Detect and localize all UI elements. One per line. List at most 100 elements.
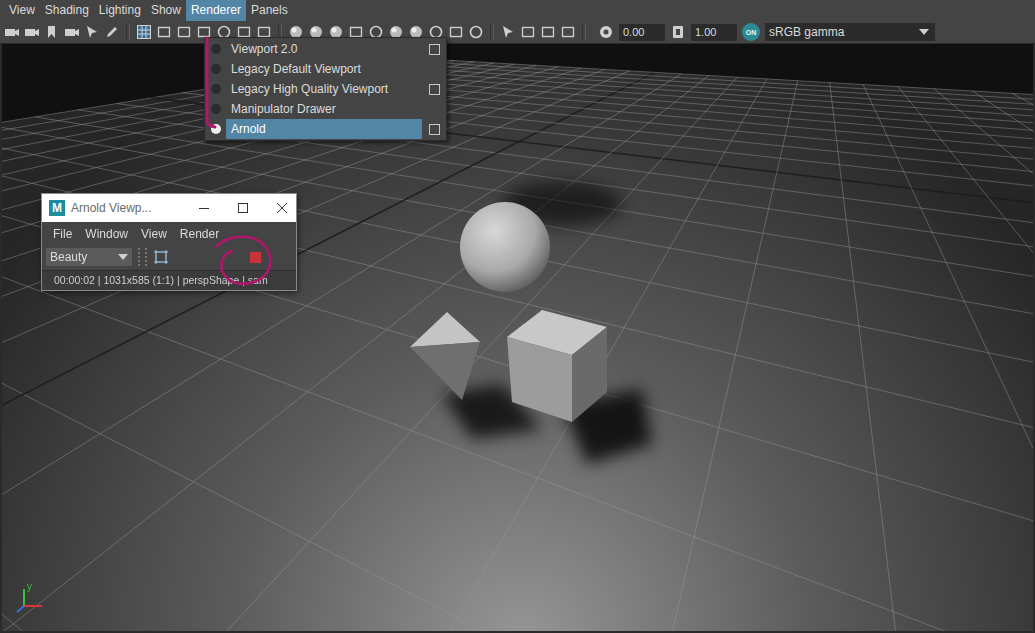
radio-dot[interactable]: [211, 44, 221, 54]
toolbar-grip: [138, 248, 147, 266]
xray-icon[interactable]: [520, 24, 536, 40]
toolbar-separator: [126, 24, 130, 40]
grid-line: [2, 77, 737, 633]
renderer-menu-item[interactable]: Manipulator Drawer: [205, 99, 446, 119]
radio-dot[interactable]: [211, 64, 221, 74]
dropdown-arrow-icon: [118, 254, 128, 260]
menu-item[interactable]: Shading: [40, 0, 94, 21]
axis-gizmo: y: [17, 581, 42, 612]
menu-item[interactable]: View: [141, 227, 167, 242]
ground-plane: [2, 57, 1035, 633]
renderer-menu-item[interactable]: Arnold: [205, 119, 446, 139]
two-d-pan-icon[interactable]: [84, 24, 100, 40]
grid-line: [2, 65, 536, 443]
xray-joints-icon[interactable]: [540, 24, 556, 40]
grid-line: [400, 57, 1035, 95]
sphere[interactable]: [460, 202, 550, 292]
arnold-toolbar: Beauty: [42, 244, 296, 270]
close-icon[interactable]: [276, 202, 288, 214]
grid-line: [2, 74, 681, 633]
grid-line: [386, 60, 1035, 102]
menu-item[interactable]: Panels: [246, 0, 293, 21]
bookmark-icon[interactable]: [44, 24, 60, 40]
gamma-field[interactable]: 1.00: [691, 24, 737, 41]
grid-line: [2, 76, 709, 633]
title-bar[interactable]: MArnold Viewp...: [42, 194, 296, 222]
grid-line: [2, 169, 1035, 633]
grid-line: [863, 85, 1035, 633]
dropdown-arrow-icon: [919, 29, 929, 35]
renderer-menu-item[interactable]: Legacy Default Viewport: [205, 59, 446, 79]
grid-line: [2, 155, 1035, 633]
option-box[interactable]: [429, 84, 440, 95]
cone[interactable]: [410, 312, 480, 400]
annotation-mark: [203, 36, 223, 136]
menu-item[interactable]: Show: [146, 0, 186, 21]
xray-components-icon[interactable]: [560, 24, 576, 40]
minimize-icon[interactable]: [198, 202, 210, 214]
menu-item[interactable]: Lighting: [94, 0, 146, 21]
grid-line: [372, 62, 1035, 107]
color-management-toggle[interactable]: ON: [742, 23, 760, 41]
grid-line: [972, 91, 1035, 633]
resolution-gate-icon[interactable]: [176, 24, 192, 40]
toolbar-separator: [582, 24, 586, 40]
maximize-icon[interactable]: [237, 202, 249, 214]
grid-line: [2, 68, 581, 556]
grid-line: [2, 144, 1035, 633]
option-box[interactable]: [429, 124, 440, 135]
panel-menu-bar: ViewShadingLightingShowRendererPanels: [0, 0, 1035, 21]
y-axis-line: [23, 589, 25, 606]
gamma-icon[interactable]: [670, 24, 686, 40]
aov-dropdown[interactable]: Beauty: [46, 248, 132, 266]
scene-render: y: [2, 44, 1035, 633]
grid-line: [934, 89, 1035, 633]
cube[interactable]: [507, 310, 607, 422]
grid-line: [2, 71, 629, 633]
anti-aliasing-icon[interactable]: [448, 24, 464, 40]
cube-face: [572, 327, 607, 422]
grease-pencil-icon[interactable]: [104, 24, 120, 40]
menu-item[interactable]: View: [4, 0, 40, 21]
grid-line: [2, 79, 767, 633]
grid-icon[interactable]: [136, 24, 152, 40]
stop-render-icon[interactable]: [249, 251, 262, 264]
perspective-viewport[interactable]: y: [0, 44, 1035, 633]
radio-dot[interactable]: [211, 84, 221, 94]
annotation-circle: [208, 225, 278, 295]
window-title: Arnold Viewp...: [71, 201, 171, 215]
cone-face: [410, 312, 480, 347]
grid-line: [830, 83, 1035, 633]
grid-line: [1012, 93, 1035, 633]
grid-line: [368, 81, 798, 633]
grid-line: [2, 67, 558, 494]
renderer-menu-item[interactable]: Viewport 2.0: [205, 39, 446, 59]
image-plane-icon[interactable]: [64, 24, 80, 40]
film-gate-icon[interactable]: [156, 24, 172, 40]
menu-item[interactable]: Render: [180, 227, 219, 242]
cube-face: [507, 337, 572, 422]
camera-attributes-icon[interactable]: [24, 24, 40, 40]
z-axis-line: [17, 606, 24, 612]
select-camera-icon[interactable]: [4, 24, 20, 40]
grid-line: [898, 87, 1035, 633]
exposure-icon[interactable]: [598, 24, 614, 40]
renderer-menu: Viewport 2.0Legacy Default ViewportLegac…: [204, 37, 447, 141]
grid-line: [2, 125, 1035, 464]
isolate-select-icon[interactable]: [500, 24, 516, 40]
option-box[interactable]: [429, 44, 440, 55]
exposure-field[interactable]: 0.00: [619, 24, 665, 41]
x-axis-line: [24, 605, 42, 607]
crop-region-icon[interactable]: [153, 249, 169, 265]
cone-face: [410, 342, 480, 400]
renderer-menu-item[interactable]: Legacy High Quality Viewport: [205, 79, 446, 99]
toolbar-separator: [490, 24, 494, 40]
maya-viewport-window: ViewShadingLightingShowRendererPanels0.0…: [0, 0, 1035, 633]
menu-item[interactable]: File: [53, 227, 72, 242]
menu-item[interactable]: Renderer: [186, 0, 246, 21]
grid-line: [2, 72, 655, 633]
radio-dot[interactable]: [211, 104, 221, 114]
menu-item[interactable]: Window: [85, 227, 128, 242]
view-transform-dropdown[interactable]: sRGB gamma: [765, 23, 935, 41]
depth-of-field-icon[interactable]: [468, 24, 484, 40]
